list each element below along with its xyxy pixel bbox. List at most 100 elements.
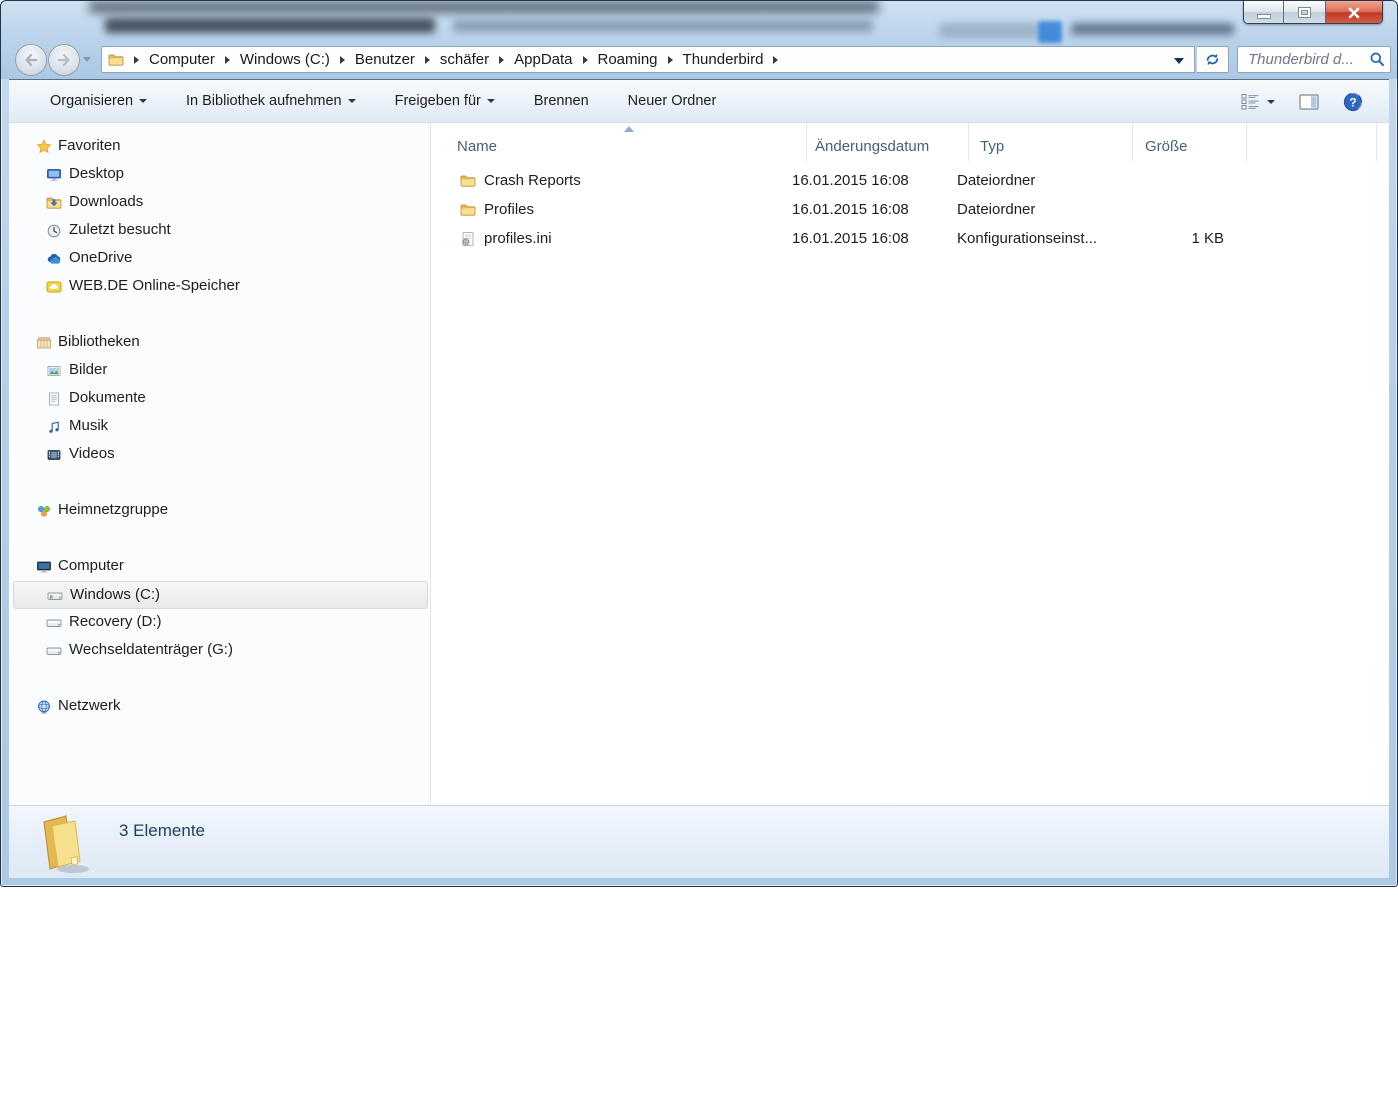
preview-pane-button[interactable] (1299, 93, 1319, 111)
toolbar-items: Organisieren In Bibliothek aufnehmen Freig… (44, 89, 749, 113)
address-dropdown-icon[interactable] (1174, 58, 1184, 64)
big-folder-icon (31, 810, 95, 876)
folder-icon (460, 202, 476, 218)
breadcrumb-item[interactable]: Benutzer (353, 51, 417, 68)
toolbar-item-label: Organisieren (50, 93, 134, 109)
sidebar-item-windows-c-[interactable]: Windows (C:) (13, 581, 428, 609)
drive-removable-icon (46, 643, 62, 659)
sidebar-item-label: Netzwerk (58, 697, 121, 714)
sidebar-item-recovery-d-[interactable]: Recovery (D:) (9, 609, 430, 637)
svg-text:?: ? (1349, 95, 1356, 109)
sidebar-item-label: Musik (69, 417, 109, 434)
breadcrumb-separator-icon (339, 55, 345, 64)
history-dropdown-icon[interactable] (83, 57, 91, 62)
maximize-icon (1299, 8, 1310, 17)
homegroup-icon (36, 503, 52, 519)
address-bar[interactable]: Computer Windows (C:) Benutzer schäfer AppDa… (101, 46, 1195, 73)
sidebar-item-label: OneDrive (69, 249, 133, 266)
sidebar-item-computer[interactable]: Computer (9, 553, 430, 581)
breadcrumb-separator-icon (582, 55, 588, 64)
file-type: Dateiordner (957, 172, 1036, 189)
sidebar-item-desktop[interactable]: Desktop (9, 161, 430, 189)
column-header-typ[interactable]: Typ (969, 123, 1133, 161)
command-bar: Organisieren In Bibliothek aufnehmen Freig… (9, 80, 1389, 123)
sidebar-item-netzwerk[interactable]: Netzwerk (9, 693, 430, 721)
breadcrumb-item[interactable]: Thunderbird (681, 51, 766, 68)
file-row-profiles.ini[interactable]: profiles.ini 16.01.2015 16:08 Konfiguratio… (432, 225, 1389, 254)
breadcrumb-separator-icon (224, 55, 230, 64)
sort-ascending-icon (624, 126, 634, 132)
pictures-icon (46, 363, 62, 379)
file-rows: Crash Reports 16.01.2015 16:08 Dateiordner… (432, 167, 1389, 254)
blurred-background-window (89, 1, 879, 13)
sidebar-item-zuletzt-besucht[interactable]: Zuletzt besucht (9, 217, 430, 245)
breadcrumb-separator-icon (667, 55, 673, 64)
breadcrumb-item[interactable]: Computer (147, 51, 217, 68)
toolbar-item-label: Neuer Ordner (627, 93, 717, 109)
toolbar-item[interactable]: Brennen (528, 89, 595, 113)
file-row-crash-reports[interactable]: Crash Reports 16.01.2015 16:08 Dateiordner (432, 167, 1389, 196)
forward-button[interactable] (48, 44, 80, 76)
sidebar-item-heimnetzgruppe[interactable]: Heimnetzgruppe (9, 497, 430, 525)
toolbar-item[interactable]: Freigeben für (389, 89, 501, 113)
sidebar-item-label: Videos (69, 445, 115, 462)
drive-windows-icon (47, 588, 63, 604)
titlebar[interactable]: Computer Windows (C:) Benutzer schäfer AppDa… (1, 1, 1397, 79)
sidebar-item-videos[interactable]: Videos (9, 441, 430, 469)
sidebar-item-downloads[interactable]: Downloads (9, 189, 430, 217)
toolbar-item[interactable]: Neuer Ordner (622, 89, 723, 113)
dropdown-caret-icon (486, 99, 495, 103)
sidebar-section-gap (9, 469, 430, 497)
file-modified-date: 16.01.2015 16:08 (792, 172, 909, 189)
refresh-button[interactable] (1197, 46, 1229, 73)
desktop-background: Computer Windows (C:) Benutzer schäfer AppDa… (0, 0, 1398, 1097)
sidebar-item-favoriten[interactable]: Favoriten (9, 133, 430, 161)
sidebar-item-label: Windows (C:) (70, 586, 161, 603)
breadcrumb-item[interactable]: Roaming (596, 51, 660, 68)
breadcrumb-item[interactable]: Windows (C:) (238, 51, 332, 68)
star-icon (36, 139, 52, 155)
column-header-name[interactable]: Name (432, 123, 807, 161)
file-name: Profiles (484, 201, 535, 218)
toolbar-item[interactable]: Organisieren (44, 89, 153, 113)
sidebar-item-bibliotheken[interactable]: Bibliotheken (9, 329, 430, 357)
sidebar-item-label: Dokumente (69, 389, 146, 406)
file-name: profiles.ini (484, 230, 552, 247)
forward-arrow-icon (57, 53, 70, 67)
sidebar-item-web-de-online-speicher[interactable]: WEB.DE Online-Speicher (9, 273, 430, 301)
refresh-icon (1206, 53, 1219, 66)
breadcrumb-item[interactable]: schäfer (438, 51, 491, 68)
maximize-button[interactable] (1284, 1, 1326, 23)
column-header-größe[interactable]: Größe (1133, 123, 1247, 161)
breadcrumb: Computer Windows (C:) Benutzer schäfer AppDa… (126, 51, 786, 68)
documents-icon (46, 391, 62, 407)
sidebar-item-label: Computer (58, 557, 124, 574)
network-icon (36, 699, 52, 715)
search-icon[interactable] (1369, 51, 1386, 68)
sidebar-item-bilder[interactable]: Bilder (9, 357, 430, 385)
file-row-profiles[interactable]: Profiles 16.01.2015 16:08 Dateiordner (432, 196, 1389, 225)
sidebar-section-gap (9, 721, 430, 749)
ini-file-icon (460, 231, 476, 247)
sidebar-item-onedrive[interactable]: OneDrive (9, 245, 430, 273)
close-button[interactable] (1326, 1, 1382, 23)
drive-icon (46, 615, 62, 631)
sidebar-item-label: Bibliotheken (58, 333, 140, 350)
back-button[interactable] (15, 44, 47, 76)
blurred-background-favicon (1038, 21, 1062, 43)
folder-icon (460, 173, 476, 189)
help-button[interactable]: ? (1343, 92, 1363, 112)
content-area: Favoriten Desktop Downloads Zuletzt besucht… (9, 123, 1389, 805)
minimize-button[interactable] (1244, 1, 1284, 23)
breadcrumb-item[interactable]: AppData (512, 51, 574, 68)
toolbar-item[interactable]: In Bibliothek aufnehmen (180, 89, 362, 113)
sidebar-item-dokumente[interactable]: Dokumente (9, 385, 430, 413)
column-header-änderungsdatum[interactable]: Änderungsdatum (807, 123, 969, 161)
sidebar-item-musik[interactable]: Musik (9, 413, 430, 441)
sidebar-item-label: Recovery (D:) (69, 613, 162, 630)
minimize-icon (1257, 15, 1270, 18)
recent-places-icon (46, 223, 62, 239)
sidebar-item-wechseldatenträger-g-[interactable]: Wechseldatenträger (G:) (9, 637, 430, 665)
search-input[interactable] (1246, 50, 1369, 69)
change-view-button[interactable] (1241, 93, 1275, 111)
